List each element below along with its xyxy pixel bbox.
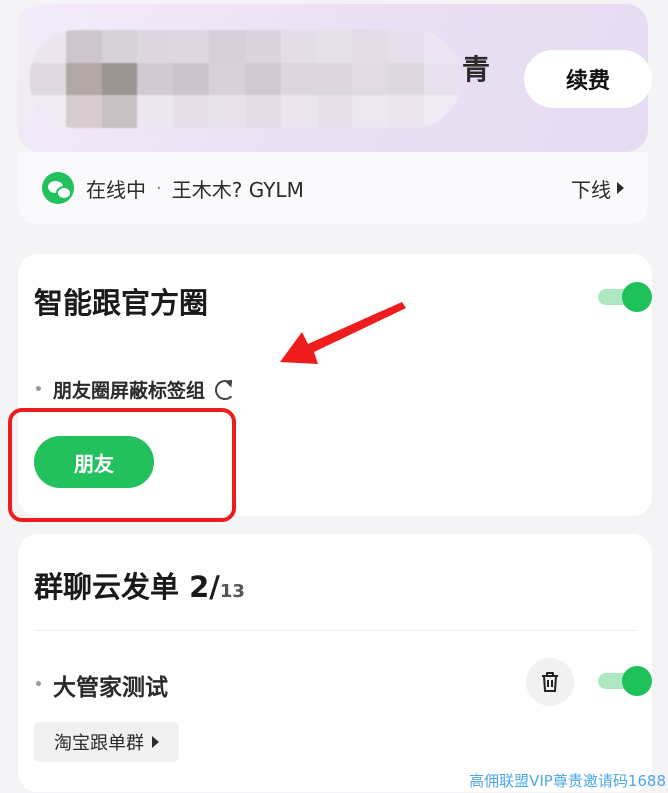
offline-label: 下线 [571,177,611,202]
annotation-arrow-icon [280,302,406,364]
offline-button[interactable]: 下线 [571,174,624,203]
blurred-profile-area [30,30,460,128]
wechat-icon [42,172,74,204]
divider [34,630,636,631]
online-status-row: 在线中 · 王木木? GYLM 下线 [18,152,648,224]
bullet-dot: • [34,677,43,693]
group-count-current: 2/ [189,570,220,604]
toggle-knob [622,282,652,312]
bullet-dot: • [34,381,43,398]
group-send-title: 群聊云发单 2/13 [34,564,245,606]
triangle-right-icon [152,736,159,748]
block-tag-group-text: 朋友圈屏蔽标签组 [52,380,205,402]
triangle-right-icon [617,182,624,194]
refresh-icon[interactable] [214,379,235,400]
renew-button[interactable]: 续费 [524,50,652,108]
status-separator: · [156,177,162,199]
group-count-total: 13 [219,581,245,602]
smart-follow-title: 智能跟官方圈 [34,286,209,320]
group-select-chip[interactable]: 淘宝跟单群 [34,722,179,762]
group-item-name-text: 大管家测试 [52,675,168,701]
group-send-card: 群聊云发单 2/13 • 大管家测试 淘宝跟单群 [18,534,652,792]
online-status-text: 在线中 [86,177,146,202]
account-header-card: 青 续费 [18,4,652,152]
watermark-text: 高佣联盟VIP尊贵邀请码1688 [469,772,666,790]
group-item-name: • 大管家测试 [34,668,168,702]
annotation-highlight-box [8,408,236,522]
trash-icon [542,672,558,692]
wechat-account-name: 王木木? GYLM [171,177,304,202]
group-item-toggle[interactable] [598,666,652,696]
toggle-knob [622,666,652,696]
group-send-title-text: 群聊云发单 [34,570,180,604]
group-chip-label: 淘宝跟单群 [54,733,144,754]
smart-follow-toggle[interactable] [598,282,652,312]
block-tag-group-label: • 朋友圈屏蔽标签组 [34,376,235,403]
delete-button[interactable] [526,658,574,706]
account-name-trailing: 青 [462,53,491,86]
